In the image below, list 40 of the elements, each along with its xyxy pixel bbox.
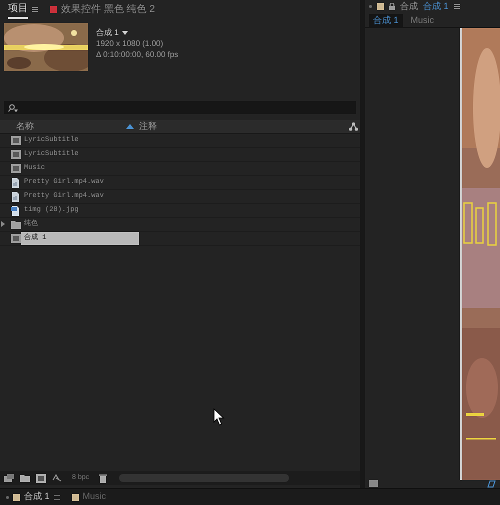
composition-icon[interactable] <box>36 474 46 482</box>
label-swatch <box>72 494 79 500</box>
column-header[interactable]: 注释 <box>139 120 157 134</box>
audio-file-icon <box>11 178 21 188</box>
panel-tab[interactable]: 项目 <box>8 0 28 18</box>
close-icon[interactable] <box>369 5 372 8</box>
folder-icon[interactable] <box>20 474 30 482</box>
label-swatch <box>377 3 384 10</box>
label-swatch <box>13 494 20 500</box>
mask-icon[interactable] <box>487 480 496 488</box>
active-composition[interactable]: 合成 1 <box>423 0 449 14</box>
column-header[interactable]: 名称 <box>16 120 126 134</box>
menu-icon[interactable] <box>54 494 60 500</box>
mouse-cursor-icon <box>213 408 225 426</box>
timeline-tab[interactable]: Music <box>82 490 106 504</box>
trash-icon[interactable] <box>99 474 108 482</box>
search-icon <box>8 104 19 112</box>
viewer-tab[interactable]: 合成 1 <box>369 14 403 27</box>
panel-tab[interactable]: 效果控件 黑色 纯色 2 <box>61 2 155 17</box>
sort-icon[interactable] <box>126 124 134 129</box>
footage-dimensions: 1920 x 1080 (1.00) <box>96 38 164 49</box>
composition-icon <box>11 234 21 244</box>
menu-icon[interactable] <box>454 4 460 10</box>
snapshot-icon[interactable] <box>369 480 378 488</box>
menu-icon[interactable] <box>32 7 38 12</box>
image-file-icon <box>11 206 21 216</box>
timeline-tab[interactable]: 合成 1 <box>24 490 50 504</box>
flowchart-icon[interactable] <box>349 122 358 131</box>
expand-arrow-icon[interactable] <box>1 221 5 227</box>
close-icon[interactable] <box>6 496 9 498</box>
footage-duration: Δ 0:10:00:00, 60.00 fps <box>96 49 178 60</box>
scrollbar[interactable] <box>119 474 290 482</box>
search-field[interactable] <box>4 101 356 114</box>
audio-file-icon <box>11 192 21 202</box>
viewer-tab[interactable]: Music <box>410 14 434 27</box>
dropdown-icon[interactable] <box>122 30 128 34</box>
folder-icon <box>11 220 21 230</box>
panel-title: 合成 <box>400 0 418 13</box>
lock-icon[interactable] <box>389 3 395 10</box>
footage-name: 合成 1 <box>96 27 119 38</box>
